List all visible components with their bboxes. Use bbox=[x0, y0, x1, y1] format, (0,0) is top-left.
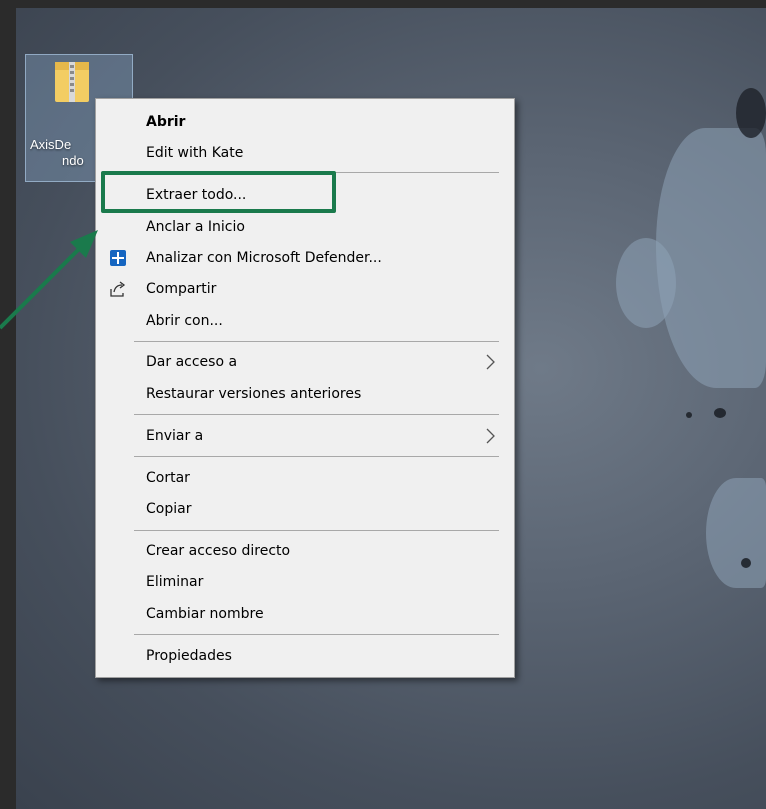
annotation-arrow bbox=[0, 230, 98, 330]
